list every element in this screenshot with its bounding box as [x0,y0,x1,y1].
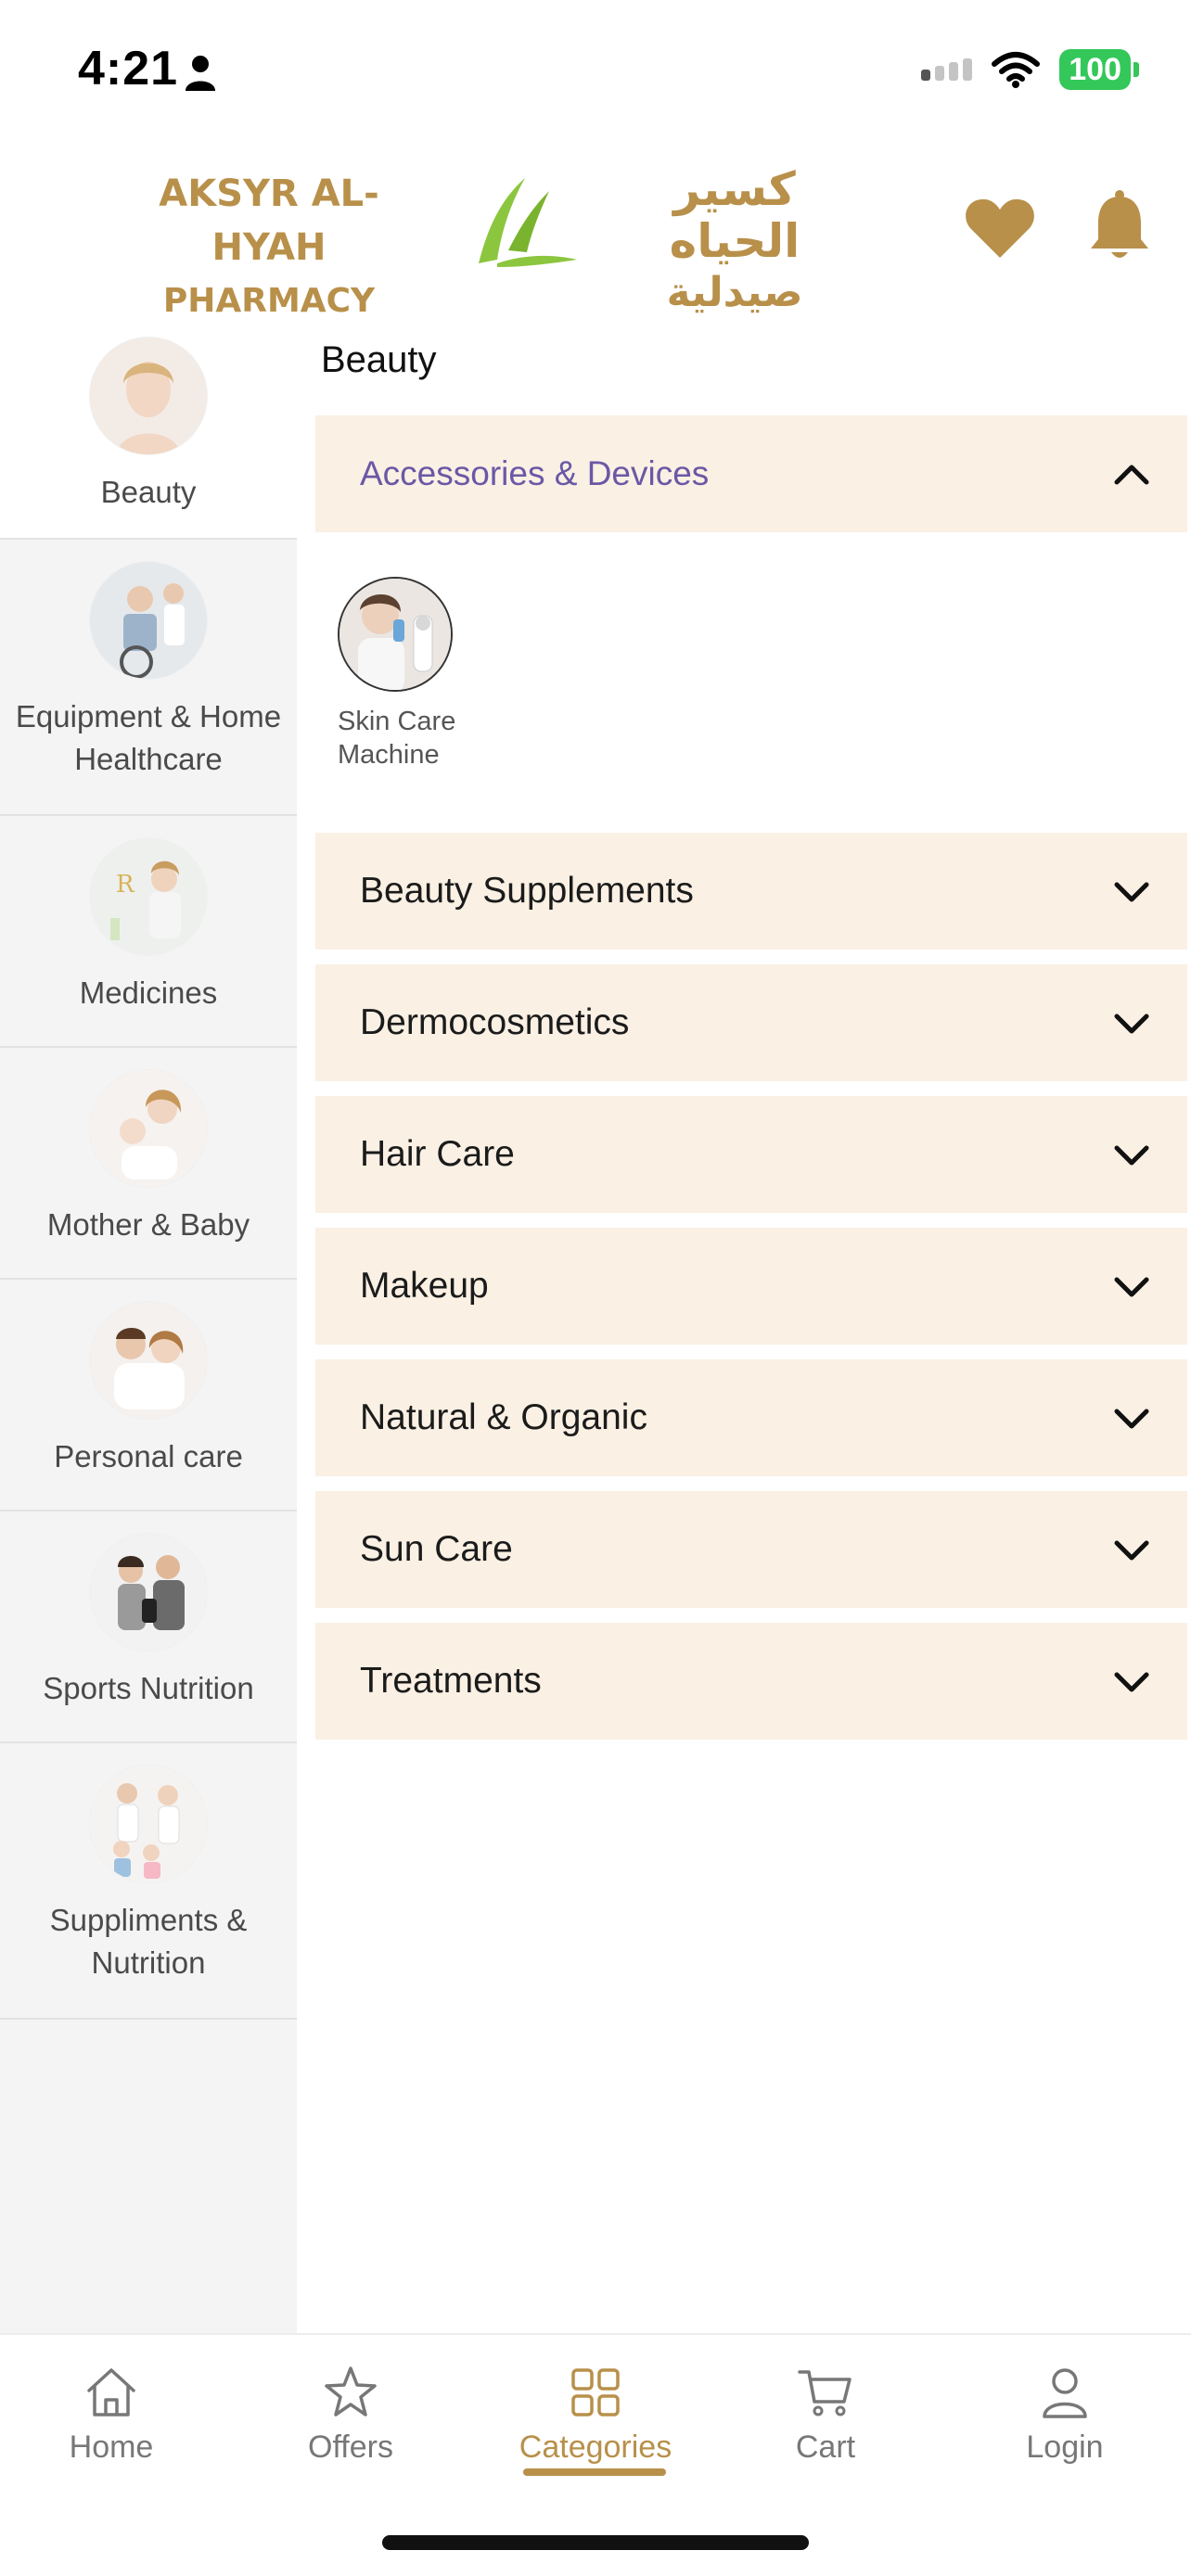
accordion-makeup[interactable]: Makeup [315,1228,1187,1345]
svg-text:R: R [116,871,135,899]
cart-icon [798,2370,852,2417]
chevron-down-icon [1114,1145,1149,1166]
sidebar-item-label: Suppliments & Nutrition [49,1903,248,1980]
accordion-accessories-devices[interactable]: Accessories & Devices [315,415,1187,532]
accordion-sun-care[interactable]: Sun Care [315,1491,1187,1608]
sidebar-item-equipment-home-healthcare[interactable]: Equipment & Home Healthcare [0,540,297,816]
accordion-dermocosmetics[interactable]: Dermocosmetics [315,964,1187,1081]
sidebar-item-beauty[interactable]: Beauty [0,315,297,540]
tab-cart[interactable]: Cart [724,2363,928,2466]
accordion-label: Hair Care [360,1134,515,1174]
sidebar-item-label: Equipment & Home Healthcare [15,699,282,776]
category-thumbnail [90,1766,207,1882]
status-time: 4:21 [78,42,179,96]
status-bar: 4:21 100 [0,0,1191,139]
sidebar-item-label: Personal care [54,1439,243,1473]
battery-icon: 100 [1059,49,1139,90]
battery-level: 100 [1059,49,1131,90]
subcategory-skin-care-machine[interactable]: Skin Care Machine [338,577,523,772]
tab-categories[interactable]: Categories [493,2363,698,2466]
accordion-natural-organic[interactable]: Natural & Organic [315,1359,1187,1476]
chevron-down-icon [1114,1277,1149,1297]
wifi-icon [992,52,1041,88]
sidebar-item-label: Mother & Baby [46,1207,250,1242]
home-indicator[interactable] [382,2535,809,2550]
accordion-beauty-supplements[interactable]: Beauty Supplements [315,833,1187,950]
category-thumbnail [90,1534,207,1651]
active-tab-indicator [523,2468,666,2476]
chevron-down-icon [1114,1409,1149,1429]
app-header: AKSYR AL-HYAH PHARMACY كسير الحياه صيدلي… [0,148,1191,320]
tab-label: Cart [795,2429,856,2465]
tab-label: Login [1026,2429,1104,2465]
category-sidebar: Beauty Equipment & Home Healthcare R Med… [0,315,297,2333]
sidebar-item-label: Beauty [100,475,197,509]
person-icon [186,56,215,91]
accordion-label: Treatments [360,1661,542,1701]
chevron-down-icon [1114,1014,1149,1034]
accordion-label: Dermocosmetics [360,1002,630,1042]
tab-offers[interactable]: Offers [249,2363,453,2466]
brand-name-english: AKSYR AL-HYAH PHARMACY [159,172,379,320]
accordion-label: Natural & Organic [360,1397,647,1437]
bell-icon[interactable] [1087,189,1152,263]
accordion-hair-care[interactable]: Hair Care [315,1096,1187,1213]
sidebar-item-label: Medicines [79,976,218,1010]
star-icon [325,2366,377,2417]
home-icon [87,2368,135,2417]
brand-name-arabic: كسير الحياه صيدلية [666,162,803,316]
category-thumbnail [90,562,207,679]
chevron-down-icon [1114,1540,1149,1561]
sidebar-item-medicines[interactable]: R Medicines [0,816,297,1048]
chevron-down-icon [1114,1672,1149,1692]
sidebar-item-sports-nutrition[interactable]: Sports Nutrition [0,1511,297,1743]
sidebar-item-mother-baby[interactable]: Mother & Baby [0,1048,297,1280]
subcategory-panel: Beauty Accessories & Devices Skin Care M… [297,315,1191,2333]
grid-icon [571,2368,620,2417]
accordion-label: Sun Care [360,1529,513,1569]
subcategory-thumbnail [338,577,453,692]
sidebar-item-suppliments-nutrition[interactable]: Suppliments & Nutrition [0,1743,297,2020]
chevron-up-icon [1114,465,1149,485]
category-thumbnail [90,338,207,454]
subcategory-label: Skin Care Machine [338,707,456,770]
accordion-treatments[interactable]: Treatments [315,1623,1187,1740]
user-icon [1043,2368,1087,2418]
status-indicators: 100 [921,48,1139,91]
tab-login[interactable]: Login [963,2363,1167,2466]
sidebar-item-label: Sports Nutrition [43,1671,254,1705]
tab-label: Home [69,2429,154,2465]
pharmacy-logo-icon [479,178,577,267]
sidebar-item-personal-care[interactable]: Personal care [0,1280,297,1511]
heart-icon[interactable] [965,197,1035,260]
accordion-label: Accessories & Devices [360,454,710,492]
accordion-label: Makeup [360,1266,489,1306]
category-thumbnail [90,1070,207,1187]
tab-label: Offers [308,2429,393,2465]
tab-label: Categories [519,2429,672,2465]
tab-home[interactable]: Home [9,2363,213,2466]
page-title: Beauty [321,339,437,380]
cellular-signal-icon [921,58,973,81]
chevron-down-icon [1114,882,1149,902]
category-thumbnail [90,1302,207,1419]
category-thumbnail: R [90,838,207,955]
accordion-label: Beauty Supplements [360,871,694,911]
